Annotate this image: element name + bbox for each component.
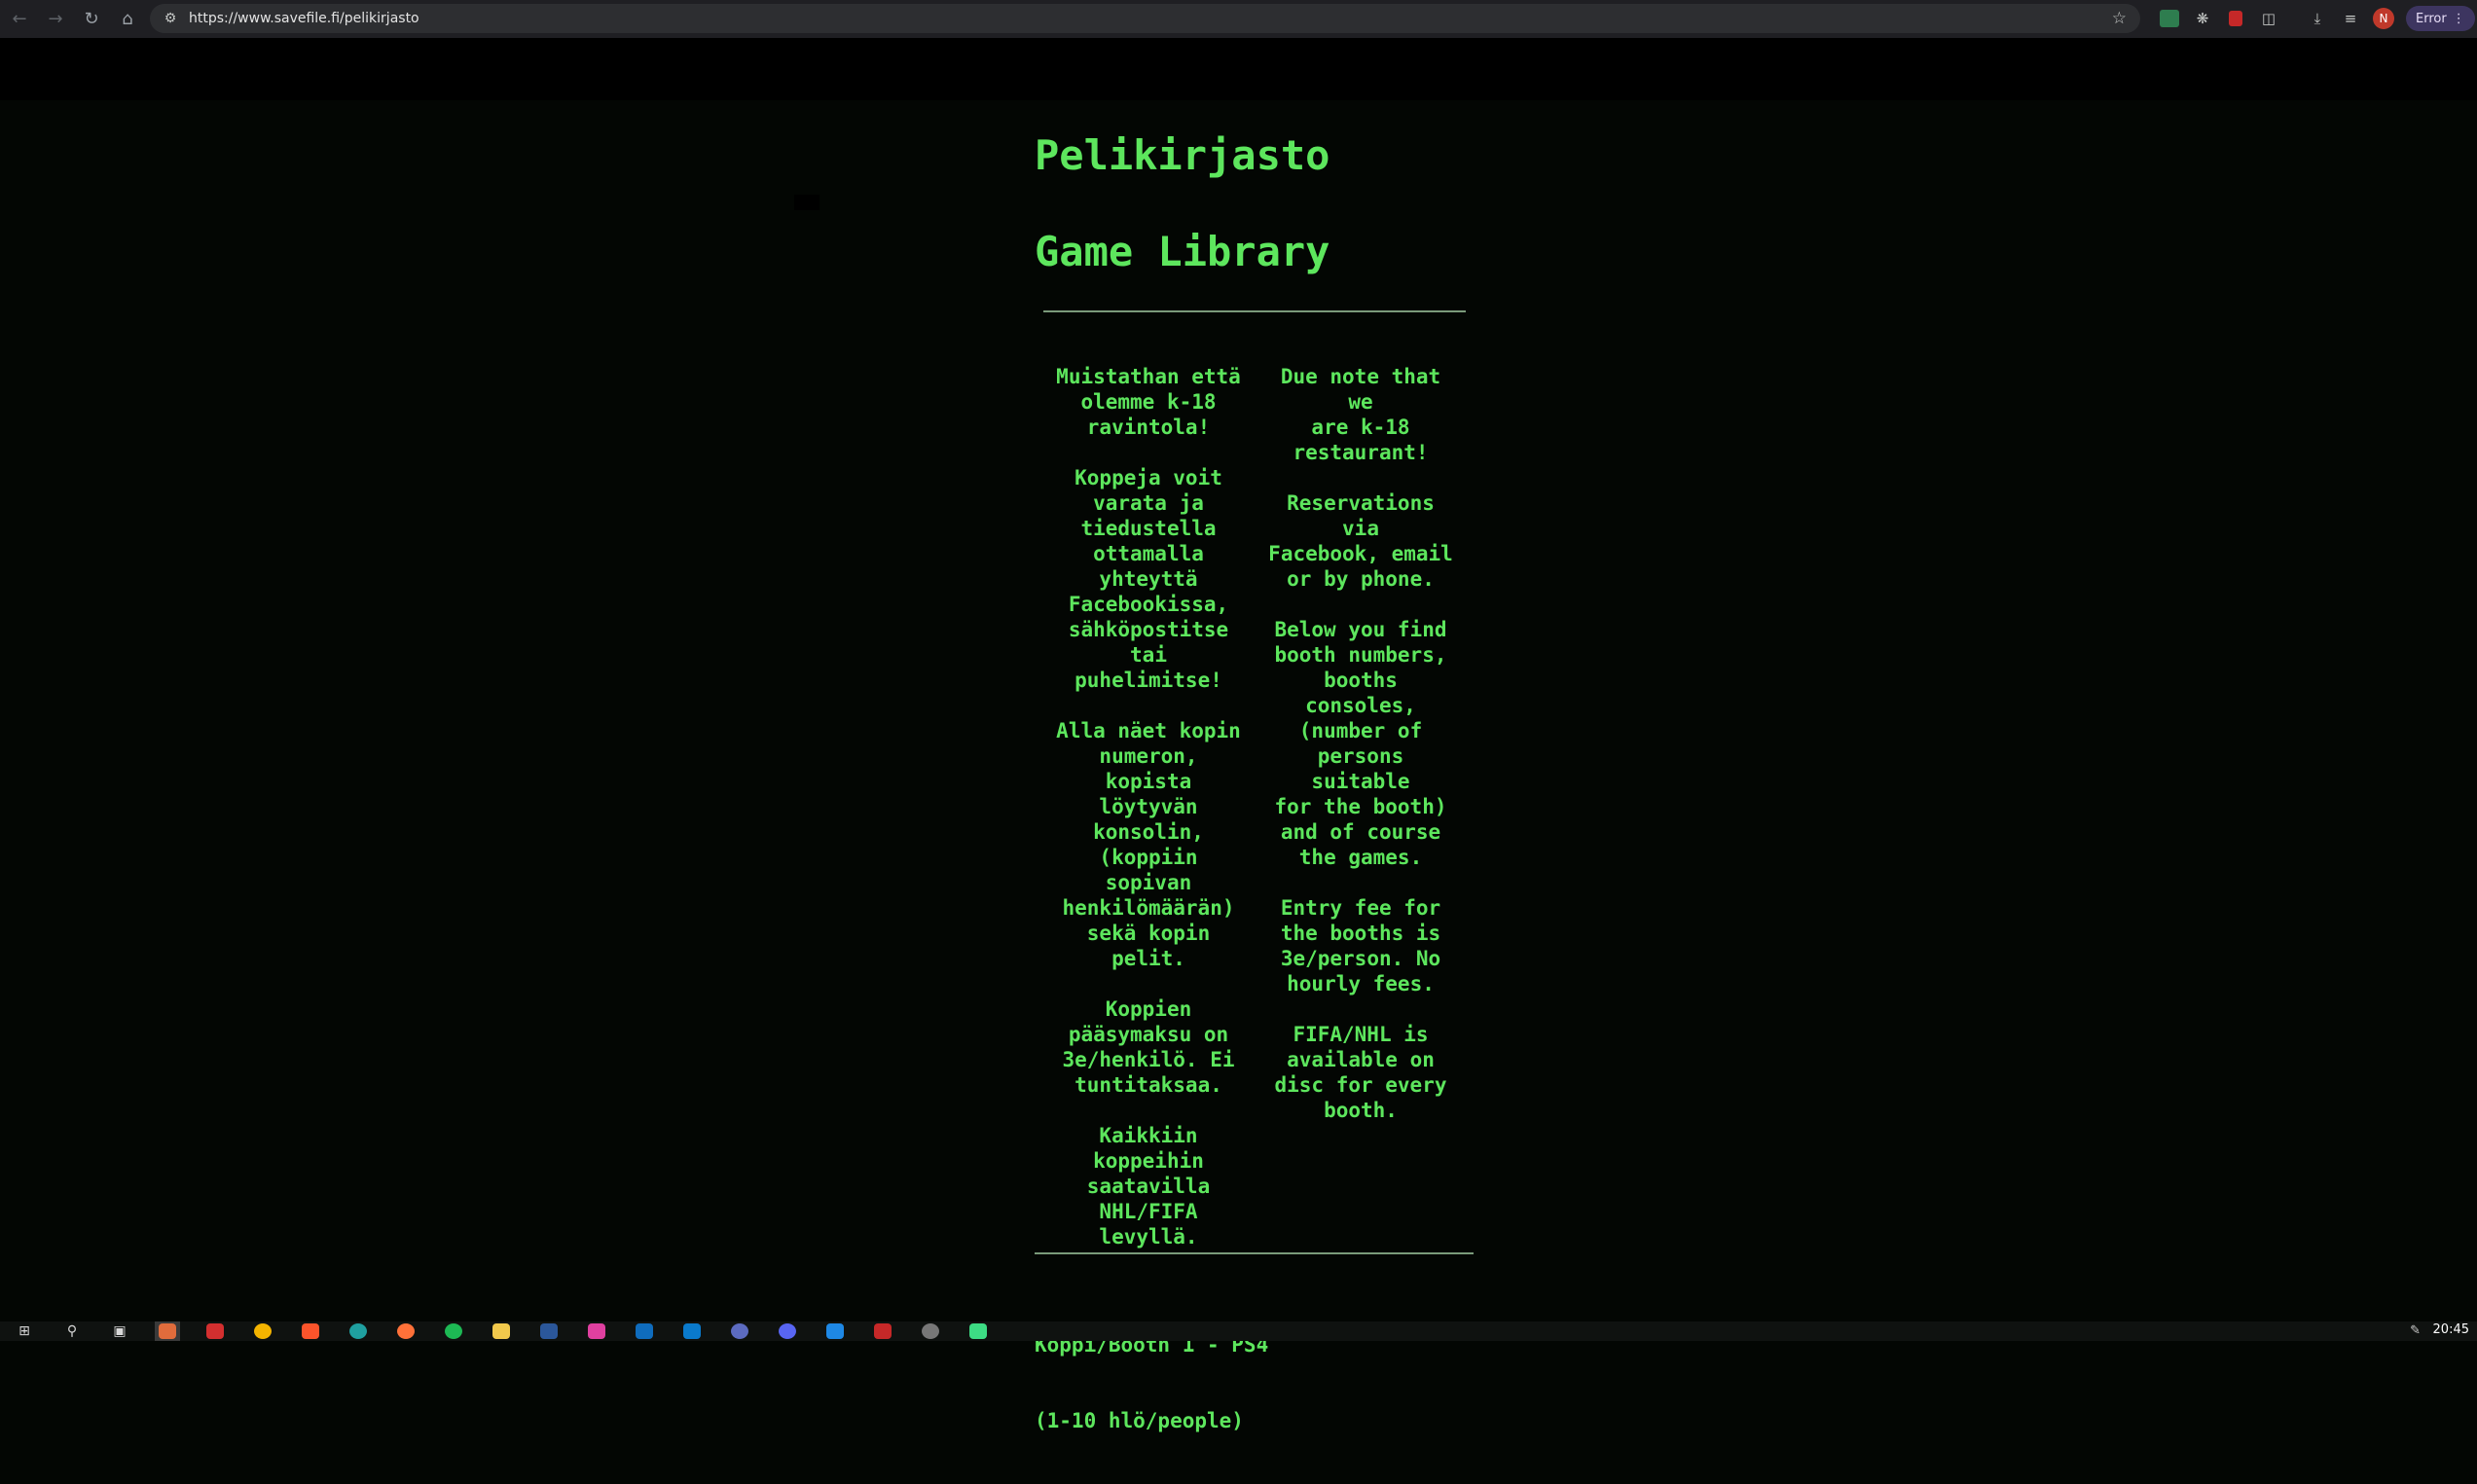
app-blue-circle-icon[interactable] (727, 1321, 752, 1341)
terminal-icon[interactable] (822, 1321, 848, 1341)
edge-icon[interactable] (346, 1321, 371, 1341)
page-header-band (0, 38, 2477, 100)
reload-icon[interactable]: ↻ (75, 3, 108, 36)
back-icon[interactable]: ← (3, 3, 36, 36)
url-text[interactable]: https://www.savefile.fi/pelikirjasto (189, 11, 419, 26)
app-grey-icon[interactable] (918, 1321, 943, 1341)
divider-bottom (1035, 1252, 1474, 1254)
forward-icon[interactable]: → (39, 3, 72, 36)
booth-1-entry: Koppi/Booth 1 - PS4 (1-10 hlö/people) (1035, 1282, 1268, 1484)
discord-icon[interactable] (775, 1321, 800, 1341)
brave-icon[interactable] (298, 1321, 323, 1341)
chrome-icon[interactable] (250, 1321, 275, 1341)
word-icon[interactable] (536, 1321, 562, 1341)
outlook-icon[interactable] (632, 1321, 657, 1341)
windows-taskbar: ⊞ ⚲ ▣ ✎ 20:45 (0, 1321, 2477, 1341)
page-title-fi: Pelikirjasto (1035, 131, 1330, 179)
booth-capacity: (1-10 hlö/people) (1035, 1409, 1244, 1432)
main-content: Pelikirjasto Game Library Muistathan ett… (1035, 100, 1482, 1432)
more-menu-icon[interactable]: ⋮ (2453, 12, 2465, 26)
divider-top (1043, 310, 1466, 312)
page-title-en: Game Library (1035, 228, 1330, 275)
pdf-reader-icon[interactable] (870, 1321, 895, 1341)
pen-tray-icon[interactable]: ✎ (2410, 1323, 2421, 1338)
app-green-icon[interactable] (965, 1321, 991, 1341)
info-columns: Muistathan että olemme k-18 ravintola! K… (1054, 364, 1455, 1249)
task-view-icon[interactable]: ▣ (107, 1321, 132, 1341)
taskbar-clock[interactable]: 20:45 (2433, 1322, 2469, 1337)
app-pink-icon[interactable] (584, 1321, 609, 1341)
site-info-icon[interactable]: ⚙ (156, 11, 185, 26)
taskbar-app-active-icon[interactable] (155, 1321, 180, 1341)
gear-icon[interactable]: ❋ (2188, 4, 2217, 33)
info-text-english: Due note that we are k-18 restaurant! Re… (1268, 365, 1453, 1122)
error-chip[interactable]: Error ⋮ (2406, 6, 2475, 31)
file-explorer-icon[interactable] (489, 1321, 514, 1341)
new-extension-icon[interactable] (2155, 4, 2184, 33)
address-bar[interactable]: ⚙ https://www.savefile.fi/pelikirjasto ☆ (150, 4, 2140, 33)
spotify-icon[interactable] (441, 1321, 466, 1341)
browser-toolbar: ← → ↻ ⌂ ⚙ https://www.savefile.fi/peliki… (0, 0, 2477, 38)
error-label: Error (2416, 11, 2447, 26)
decorative-block (794, 195, 820, 210)
puzzle-icon[interactable]: ◫ (2254, 4, 2283, 33)
bookmark-star-icon[interactable]: ☆ (2112, 9, 2127, 28)
download-icon[interactable]: ⤓ (2303, 4, 2332, 33)
info-text-finnish: Muistathan että olemme k-18 ravintola! K… (1056, 365, 1241, 1249)
windows-start-icon[interactable]: ⊞ (12, 1321, 37, 1341)
taskbar-app-red-icon[interactable] (202, 1321, 228, 1341)
vscode-icon[interactable] (679, 1321, 705, 1341)
tab-search-icon[interactable]: ≡ (2336, 4, 2365, 33)
firefox-icon[interactable] (393, 1321, 419, 1341)
search-icon[interactable]: ⚲ (59, 1321, 85, 1341)
profile-avatar[interactable]: N (2373, 8, 2394, 29)
extensions-area: ❋ ◫ ⤓ ≡ N Error ⋮ (2155, 4, 2475, 33)
home-icon[interactable]: ⌂ (111, 3, 144, 36)
pdf-icon[interactable] (2221, 4, 2250, 33)
